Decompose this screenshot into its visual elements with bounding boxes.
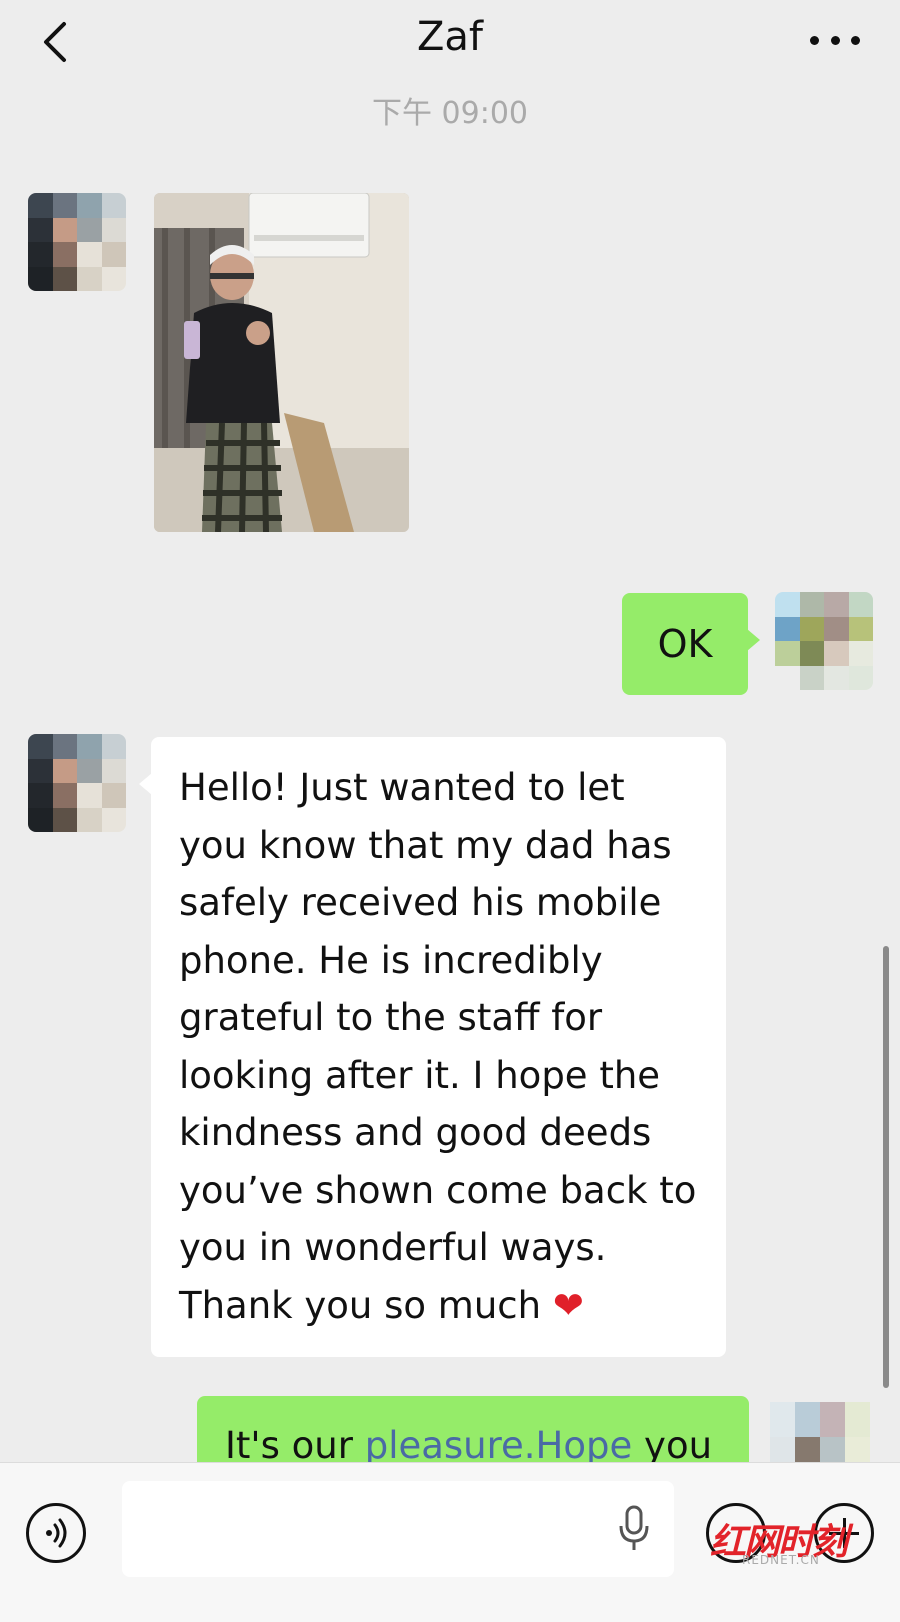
more-dots-icon[interactable] <box>810 28 860 52</box>
my-avatar[interactable] <box>775 592 873 690</box>
scrollbar[interactable] <box>883 946 889 1388</box>
message-timestamp: 下午 09:00 <box>372 96 528 131</box>
reply-link[interactable]: pleasure.Hope <box>365 1424 633 1467</box>
chat-header: Zaf <box>0 0 900 90</box>
message-text: It's our pleasure.Hope you <box>225 1424 712 1467</box>
watermark-sub: REDNET.CN <box>742 1553 820 1567</box>
voice-icon[interactable] <box>26 1503 86 1563</box>
reply-text-end: you <box>632 1424 713 1467</box>
chat-title: Zaf <box>417 14 483 60</box>
watermark-logo: 红网时刻 REDNET.CN <box>710 1513 870 1567</box>
input-bar: 红网时刻 REDNET.CN <box>0 1462 900 1622</box>
message-bubble-sent[interactable]: OK <box>622 593 760 695</box>
message-bubble-received[interactable]: Hello! Just wanted to let you know that … <box>139 737 726 1357</box>
message-input[interactable] <box>122 1481 674 1577</box>
message-body: Hello! Just wanted to let you know that … <box>179 766 697 1327</box>
photo-message[interactable] <box>154 193 409 532</box>
reply-text-start: It's our <box>225 1424 365 1467</box>
contact-avatar[interactable] <box>28 734 126 832</box>
photo-image <box>154 193 409 532</box>
message-text: OK <box>657 622 713 666</box>
microphone-icon[interactable] <box>614 1504 654 1554</box>
heart-emoji: ❤ <box>552 1283 584 1327</box>
contact-avatar[interactable] <box>28 193 126 291</box>
message-text: Hello! Just wanted to let you know that … <box>179 759 714 1334</box>
